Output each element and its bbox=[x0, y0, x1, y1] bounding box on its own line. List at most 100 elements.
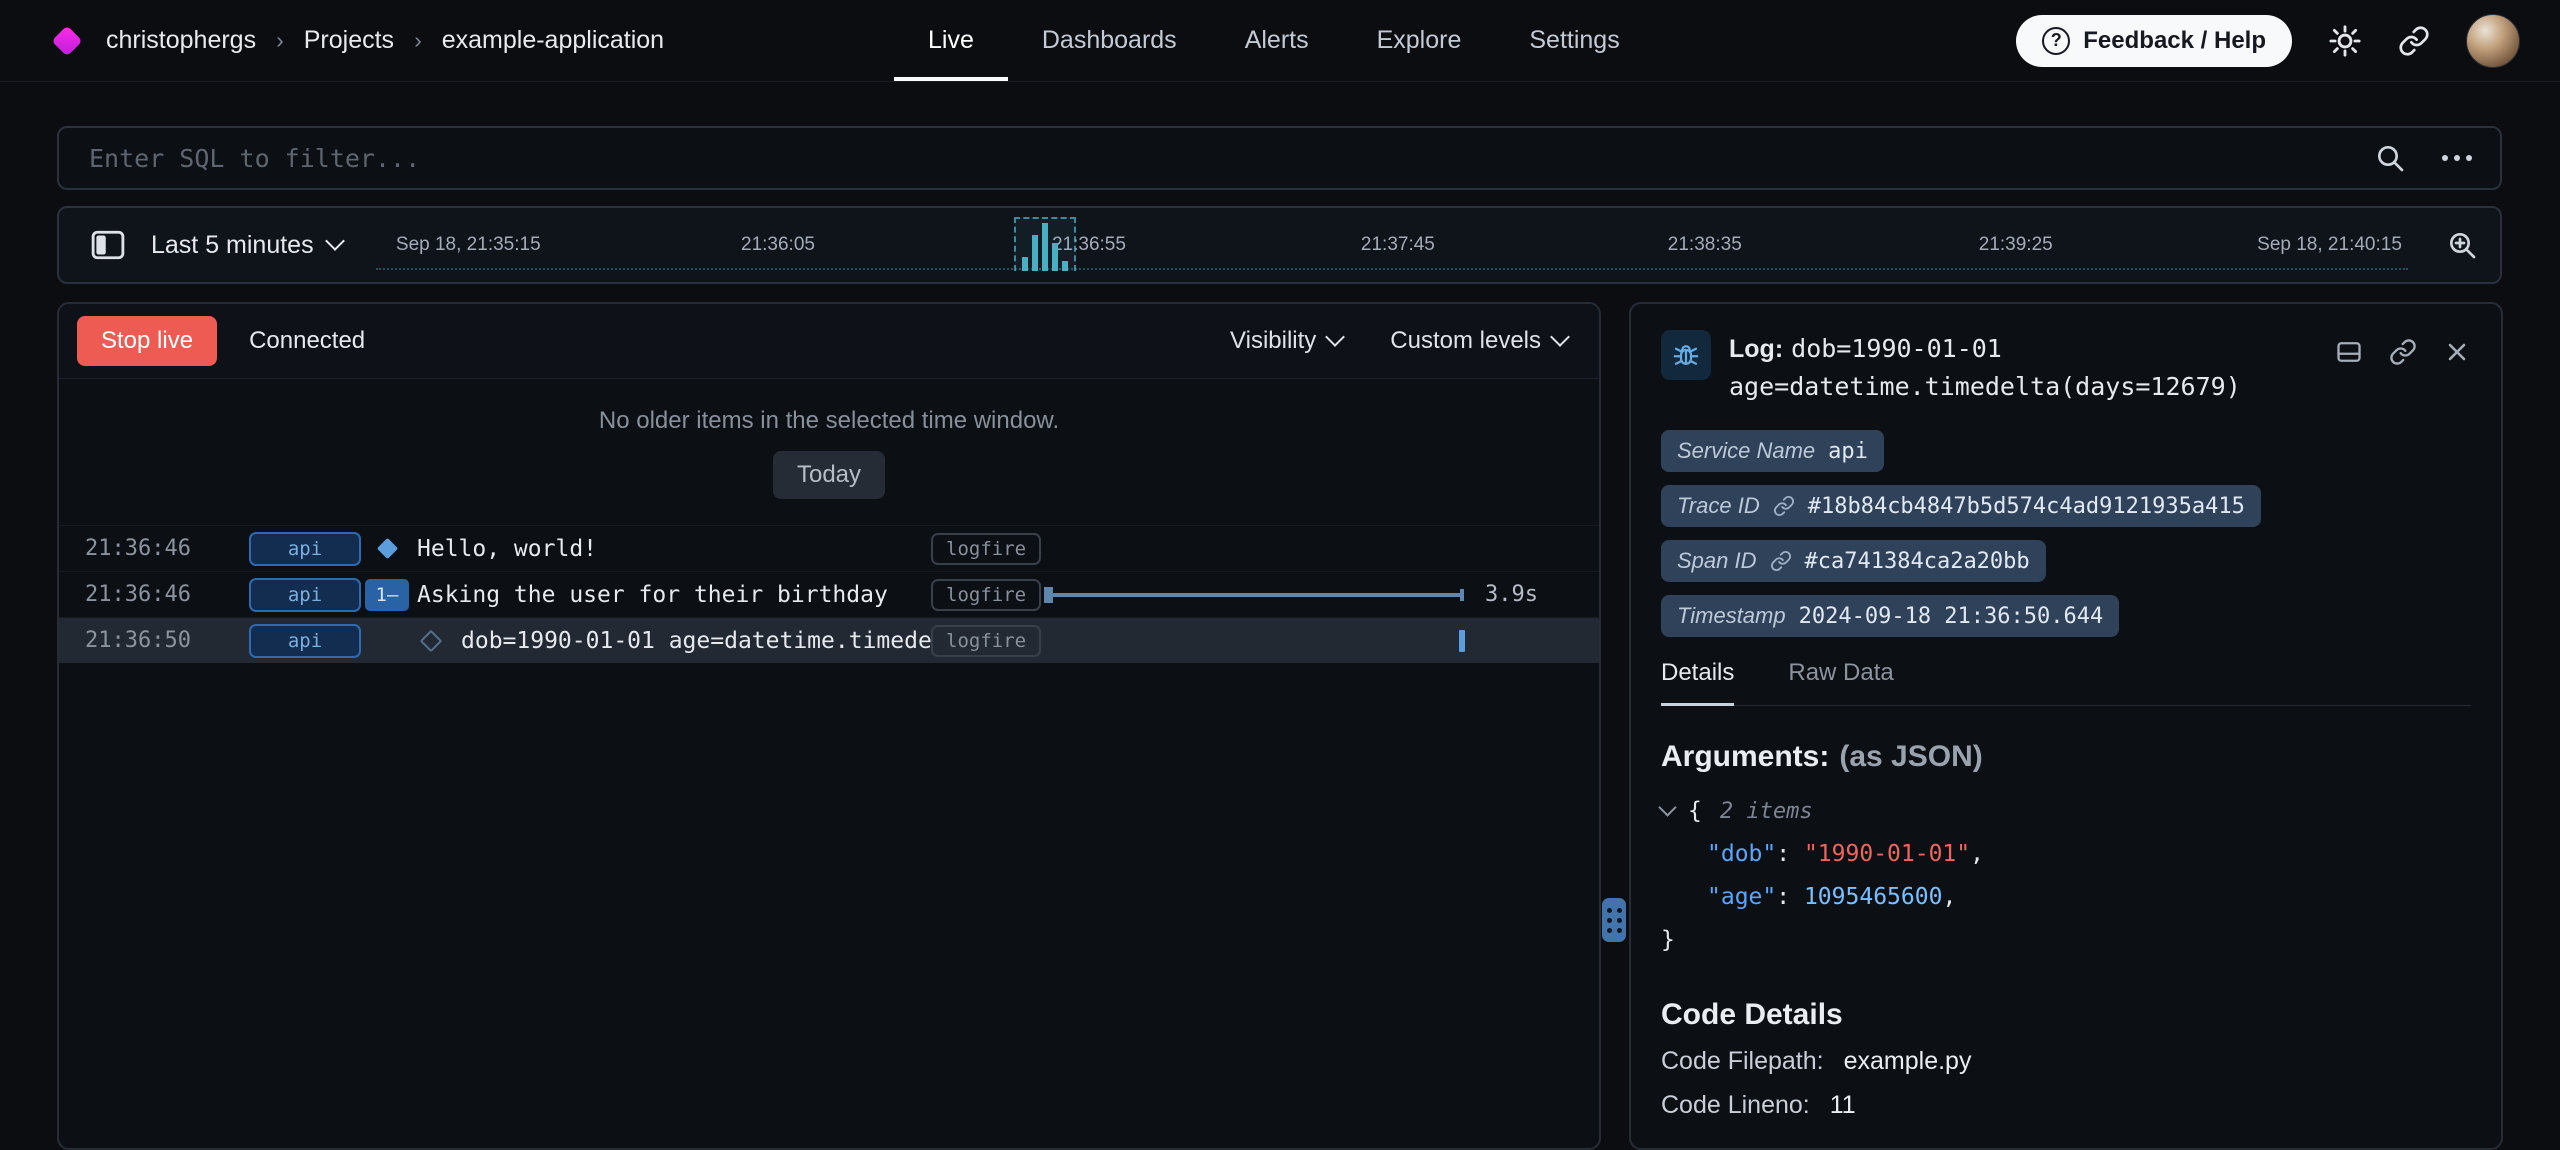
code-filepath-value: example.py bbox=[1844, 1047, 1972, 1076]
attribute-pills: Service Name api Trace ID #18b84cb4847b5… bbox=[1661, 430, 2471, 637]
sql-filter-bar bbox=[57, 126, 2502, 190]
tab-raw-data[interactable]: Raw Data bbox=[1788, 659, 1893, 705]
log-time: 21:36:46 bbox=[59, 536, 235, 561]
json-viewer: {2 items "dob": "1990-01-01", "age": 109… bbox=[1661, 790, 2471, 962]
service-tag[interactable]: api bbox=[249, 532, 361, 566]
details-tabs: Details Raw Data bbox=[1661, 659, 2471, 706]
more-options-icon[interactable] bbox=[2442, 155, 2472, 161]
arguments-label: Arguments: bbox=[1661, 740, 1829, 773]
service-tag[interactable]: api bbox=[249, 578, 361, 612]
attr-value: 2024-09-18 21:36:50.644 bbox=[1799, 604, 2104, 629]
timeline-tick: 21:37:45 bbox=[1361, 234, 1435, 256]
service-tag[interactable]: api bbox=[249, 624, 361, 658]
breadcrumb-separator: › bbox=[276, 27, 284, 54]
details-title-message: dob=1990-01-01 age=datetime.timedelta(da… bbox=[1729, 334, 2241, 401]
chevron-down-icon bbox=[325, 231, 345, 251]
stop-live-button[interactable]: Stop live bbox=[77, 316, 217, 366]
log-time: 21:36:46 bbox=[59, 582, 235, 607]
chevron-down-icon bbox=[1325, 327, 1345, 347]
span-id-pill[interactable]: Span ID #ca741384ca2a20bb bbox=[1661, 540, 2046, 582]
attr-label: Timestamp bbox=[1677, 603, 1786, 629]
time-range-dropdown[interactable]: Last 5 minutes bbox=[151, 231, 342, 260]
details-title: Log:dob=1990-01-01 age=datetime.timedelt… bbox=[1729, 330, 2335, 406]
empty-window-notice: No older items in the selected time wind… bbox=[59, 407, 1599, 435]
attr-label: Trace ID bbox=[1677, 493, 1760, 519]
log-rows: 21:36:46 api Hello, world! logfire 21:36… bbox=[59, 525, 1599, 663]
main-nav-tabs: Live Dashboards Alerts Explore Settings bbox=[894, 0, 1654, 81]
tab-alerts[interactable]: Alerts bbox=[1211, 0, 1343, 81]
histogram-bar bbox=[1042, 223, 1048, 271]
attr-value: #18b84cb4847b5d574c4ad9121935a415 bbox=[1808, 494, 2245, 519]
histogram-bar bbox=[1032, 235, 1038, 271]
search-icon[interactable] bbox=[2374, 142, 2406, 174]
sql-filter-input[interactable] bbox=[87, 143, 2374, 174]
scope-tag[interactable]: logfire bbox=[931, 625, 1041, 657]
today-button[interactable]: Today bbox=[773, 451, 885, 499]
timeline-tick: 21:38:35 bbox=[1668, 234, 1742, 256]
collapse-chevron-icon[interactable] bbox=[1658, 798, 1676, 816]
timeline-bar: Last 5 minutes Sep 18, 21:35:15 21:36:05… bbox=[57, 206, 2502, 284]
histogram-bar bbox=[1022, 257, 1028, 271]
chevron-down-icon bbox=[1550, 327, 1570, 347]
feedback-help-button[interactable]: ? Feedback / Help bbox=[2016, 15, 2292, 67]
attr-value: #ca741384ca2a20bb bbox=[1805, 549, 2030, 574]
user-avatar[interactable] bbox=[2466, 14, 2520, 68]
zoom-in-icon[interactable] bbox=[2446, 229, 2478, 261]
visibility-dropdown[interactable]: Visibility bbox=[1230, 327, 1342, 355]
sidebar-toggle-icon[interactable] bbox=[81, 218, 135, 272]
scope-tag[interactable]: logfire bbox=[931, 579, 1041, 611]
log-row[interactable]: 21:36:46 api Hello, world! logfire bbox=[59, 525, 1599, 571]
json-colon: : bbox=[1776, 884, 1804, 910]
code-lineno-value: 11 bbox=[1830, 1091, 1856, 1120]
log-row[interactable]: 21:36:46 api 1— Asking the user for thei… bbox=[59, 571, 1599, 617]
code-filepath-row: Code Filepath: example.py bbox=[1661, 1047, 2471, 1076]
time-range-label: Last 5 minutes bbox=[151, 231, 314, 260]
histogram-bar bbox=[1052, 243, 1058, 271]
close-icon[interactable] bbox=[2443, 338, 2471, 366]
tab-dashboards[interactable]: Dashboards bbox=[1008, 0, 1211, 81]
tab-live[interactable]: Live bbox=[894, 0, 1008, 81]
json-close-brace: } bbox=[1661, 927, 1675, 953]
timeline-tick: 21:36:05 bbox=[741, 234, 815, 256]
logfire-logo-icon[interactable] bbox=[51, 25, 82, 56]
breadcrumb-project-name[interactable]: example-application bbox=[442, 26, 664, 55]
tab-settings[interactable]: Settings bbox=[1495, 0, 1653, 81]
live-log-panel: Stop live Connected Visibility Custom le… bbox=[57, 302, 1601, 1150]
timeline-histogram-selection[interactable] bbox=[1014, 217, 1076, 271]
breadcrumb-org[interactable]: christophergs bbox=[106, 26, 256, 55]
timeline-strip[interactable]: Sep 18, 21:35:15 21:36:05 21:36:55 21:37… bbox=[376, 208, 2408, 282]
theme-toggle-icon[interactable] bbox=[2328, 24, 2362, 58]
link-icon bbox=[1773, 495, 1795, 517]
breadcrumb-separator: › bbox=[414, 27, 422, 54]
span-duration-bar bbox=[1044, 593, 1464, 597]
tab-details[interactable]: Details bbox=[1661, 659, 1734, 706]
json-open-brace: { bbox=[1688, 798, 1702, 824]
panel-resize-handle[interactable] bbox=[1602, 898, 1626, 942]
timestamp-pill[interactable]: Timestamp 2024-09-18 21:36:50.644 bbox=[1661, 595, 2119, 637]
code-lineno-label: Code Lineno: bbox=[1661, 1091, 1810, 1120]
json-number-value: 1095465600 bbox=[1804, 884, 1942, 910]
tab-explore[interactable]: Explore bbox=[1343, 0, 1496, 81]
log-message: Hello, world! bbox=[417, 536, 597, 562]
details-panel: Log:dob=1990-01-01 age=datetime.timedelt… bbox=[1629, 302, 2503, 1150]
scope-tag[interactable]: logfire bbox=[931, 533, 1041, 565]
trace-id-pill[interactable]: Trace ID #18b84cb4847b5d574c4ad9121935a4… bbox=[1661, 485, 2261, 527]
log-diamond-outline-icon bbox=[420, 629, 443, 652]
dock-panel-icon[interactable] bbox=[2335, 338, 2363, 366]
copy-link-icon[interactable] bbox=[2389, 338, 2417, 366]
code-details-heading: Code Details bbox=[1661, 998, 2471, 1032]
custom-levels-dropdown[interactable]: Custom levels bbox=[1390, 327, 1567, 355]
visibility-label: Visibility bbox=[1230, 327, 1316, 355]
share-link-icon[interactable] bbox=[2398, 25, 2430, 57]
json-key: "age" bbox=[1707, 884, 1776, 910]
service-name-pill[interactable]: Service Name api bbox=[1661, 430, 1884, 472]
breadcrumb-projects[interactable]: Projects bbox=[304, 26, 394, 55]
span-duration-label: 3.9s bbox=[1485, 582, 1538, 607]
details-title-prefix: Log: bbox=[1729, 335, 1783, 363]
breadcrumb: christophergs › Projects › example-appli… bbox=[106, 26, 664, 55]
span-collapse-toggle[interactable]: 1— bbox=[365, 579, 409, 611]
question-circle-icon: ? bbox=[2042, 27, 2070, 55]
log-row-selected[interactable]: 21:36:50 api dob=1990-01-01 age=datetime… bbox=[59, 617, 1599, 663]
log-time: 21:36:50 bbox=[59, 628, 235, 653]
log-type-icon bbox=[1661, 330, 1711, 380]
